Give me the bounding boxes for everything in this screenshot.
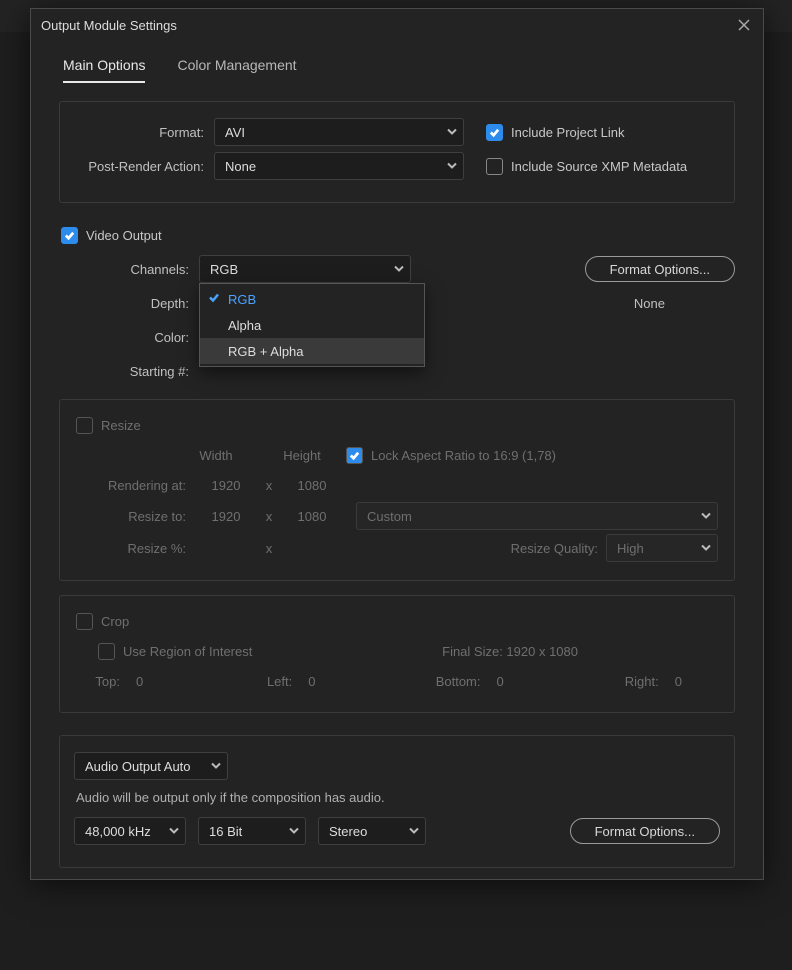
audio-format-options-button[interactable]: Format Options...	[570, 818, 720, 844]
crop-bottom-label: Bottom:	[421, 674, 491, 689]
crop-top-label: Top:	[76, 674, 130, 689]
depth-label: Depth:	[59, 296, 199, 311]
channels-option-rgb[interactable]: RGB	[200, 286, 424, 312]
chevron-down-icon	[447, 159, 457, 174]
crop-left-value[interactable]: 0	[308, 674, 315, 689]
width-header: Width	[186, 448, 246, 463]
channels-option-rgb-alpha[interactable]: RGB + Alpha	[200, 338, 424, 364]
use-roi-label[interactable]: Use Region of Interest	[123, 644, 252, 659]
close-icon[interactable]	[735, 16, 753, 34]
chevron-down-icon	[211, 759, 221, 774]
post-render-select[interactable]: None	[214, 152, 464, 180]
rendering-height: 1080	[282, 478, 342, 493]
resize-quality-label: Resize Quality:	[511, 541, 598, 556]
final-size-text: Final Size: 1920 x 1080	[442, 644, 578, 659]
crop-bottom-value[interactable]: 0	[497, 674, 504, 689]
crop-right-value[interactable]: 0	[675, 674, 682, 689]
rendering-at-label: Rendering at:	[76, 478, 196, 493]
crop-right-label: Right:	[609, 674, 669, 689]
post-render-label: Post-Render Action:	[74, 159, 214, 174]
tab-color-management[interactable]: Color Management	[177, 57, 296, 83]
include-project-link-checkbox[interactable]	[486, 124, 503, 141]
format-label: Format:	[74, 125, 214, 140]
include-xmp-label[interactable]: Include Source XMP Metadata	[511, 159, 687, 174]
use-roi-checkbox[interactable]	[98, 643, 115, 660]
chevron-down-icon	[447, 125, 457, 140]
audio-bits-select[interactable]: 16 Bit	[198, 817, 306, 845]
chevron-down-icon	[701, 509, 711, 524]
channels-dropdown: RGB Alpha RGB + Alpha	[199, 283, 425, 367]
channels-label: Channels:	[59, 262, 199, 277]
crop-checkbox[interactable]	[76, 613, 93, 630]
resize-preset-select[interactable]: Custom	[356, 502, 718, 530]
resize-percent-label: Resize %:	[76, 541, 196, 556]
tab-main-options[interactable]: Main Options	[63, 57, 145, 83]
video-output-checkbox[interactable]	[61, 227, 78, 244]
chevron-down-icon	[289, 824, 299, 839]
include-project-link-label[interactable]: Include Project Link	[511, 125, 624, 140]
format-panel: Format: AVI Include Project Link Post-Re…	[59, 101, 735, 203]
audio-channels-select[interactable]: Stereo	[318, 817, 426, 845]
chevron-down-icon	[701, 541, 711, 556]
starting-number-label: Starting #:	[59, 364, 199, 379]
audio-note: Audio will be output only if the composi…	[76, 790, 720, 805]
resize-to-width[interactable]: 1920	[196, 509, 256, 524]
chevron-down-icon	[409, 824, 419, 839]
crop-left-label: Left:	[248, 674, 302, 689]
lock-aspect-checkbox[interactable]	[346, 447, 363, 464]
chevron-down-icon	[169, 824, 179, 839]
video-codec-none: None	[634, 296, 665, 311]
resize-section: Resize Width Height Lock Aspect Ratio to…	[59, 399, 735, 581]
color-label: Color:	[59, 330, 199, 345]
rendering-width: 1920	[196, 478, 256, 493]
video-output-label[interactable]: Video Output	[86, 228, 162, 243]
audio-rate-select[interactable]: 48,000 kHz	[74, 817, 186, 845]
chevron-down-icon	[394, 262, 404, 277]
resize-quality-select[interactable]: High	[606, 534, 718, 562]
resize-to-height[interactable]: 1080	[282, 509, 342, 524]
channels-option-alpha[interactable]: Alpha	[200, 312, 424, 338]
dialog-title: Output Module Settings	[41, 18, 177, 33]
audio-output-mode-select[interactable]: Audio Output Auto	[74, 752, 228, 780]
channels-select[interactable]: RGB	[199, 255, 411, 283]
resize-label[interactable]: Resize	[101, 418, 141, 433]
audio-panel: Audio Output Auto Audio will be output o…	[59, 735, 735, 868]
height-header: Height	[272, 448, 332, 463]
resize-to-label: Resize to:	[76, 509, 196, 524]
lock-aspect-label[interactable]: Lock Aspect Ratio to 16:9 (1,78)	[371, 448, 556, 463]
resize-checkbox[interactable]	[76, 417, 93, 434]
output-module-settings-dialog: Output Module Settings Main Options Colo…	[30, 8, 764, 880]
include-xmp-checkbox[interactable]	[486, 158, 503, 175]
crop-top-value[interactable]: 0	[136, 674, 143, 689]
crop-label[interactable]: Crop	[101, 614, 129, 629]
check-icon	[208, 292, 220, 307]
format-select[interactable]: AVI	[214, 118, 464, 146]
video-format-options-button[interactable]: Format Options...	[585, 256, 735, 282]
crop-section: Crop Use Region of Interest Final Size: …	[59, 595, 735, 713]
